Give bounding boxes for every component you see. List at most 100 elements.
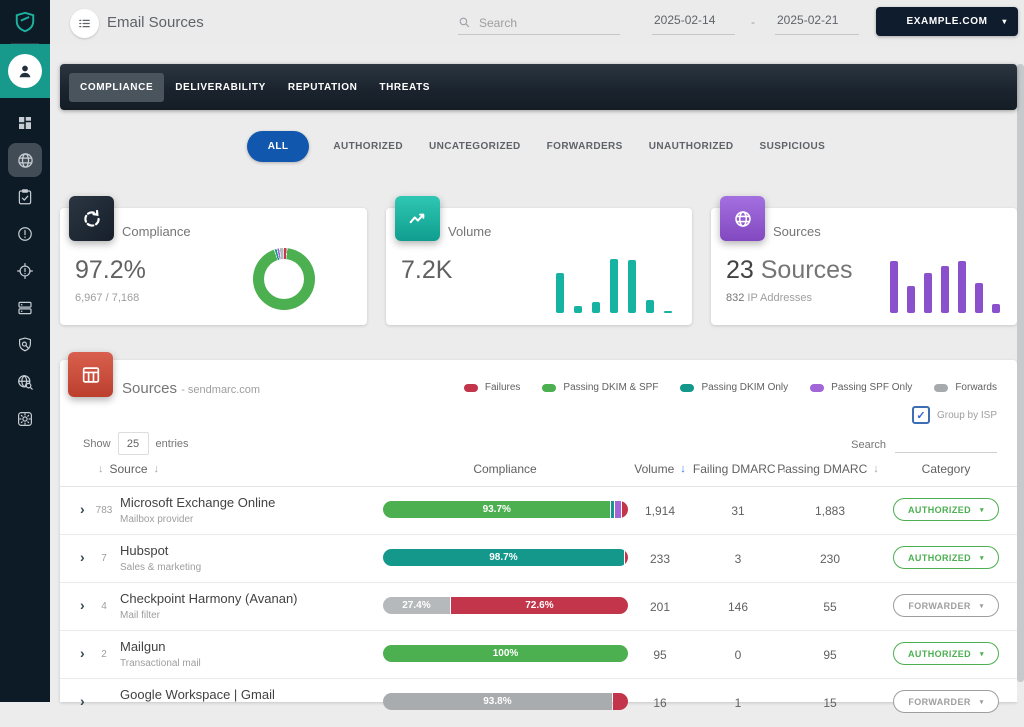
compliance-fraction: 6,967 / 7,168 — [75, 292, 139, 304]
search-input[interactable] — [477, 15, 611, 31]
category-dropdown[interactable]: AUTHORIZED▾ — [893, 498, 999, 521]
sendmarc-logo-icon — [14, 0, 36, 43]
filter-unauthorized[interactable]: UNAUTHORIZED — [647, 137, 736, 156]
mini-bar — [975, 283, 983, 313]
sidebar-item-dashboard[interactable] — [8, 106, 42, 140]
scrollbar-thumb[interactable] — [1017, 64, 1024, 682]
column-compliance[interactable]: Compliance — [473, 462, 536, 476]
entries-label: entries — [156, 438, 189, 450]
sidebar-item-alerts[interactable] — [8, 217, 42, 251]
page-menu-button[interactable] — [70, 9, 99, 38]
table-search-control: Search — [851, 434, 997, 453]
page-title: Email Sources — [107, 14, 204, 31]
sort-asc-icon[interactable]: ↓ — [98, 463, 104, 475]
category-dropdown[interactable]: AUTHORIZED▾ — [893, 642, 999, 665]
column-volume[interactable]: Volume ↓ — [634, 462, 686, 476]
failing-dmarc-value: 0 — [700, 648, 776, 662]
trend-line-icon — [395, 196, 440, 241]
list-icon — [77, 16, 92, 31]
sidebar-item-threat-detection[interactable] — [8, 254, 42, 288]
tab-compliance[interactable]: COMPLIANCE — [69, 73, 164, 102]
row-ip-count: 7 — [94, 553, 114, 564]
source-type: Sales & marketing — [120, 562, 201, 573]
category-filter-bar: ALL AUTHORIZED UNCATEGORIZED FORWARDERS … — [50, 129, 1024, 163]
table-search-label: Search — [851, 439, 886, 451]
show-label: Show — [83, 438, 111, 450]
mini-bar — [941, 266, 949, 313]
row-ip-count: 783 — [94, 505, 114, 516]
column-passing-dmarc[interactable]: Passing DMARC ↓ — [777, 462, 879, 476]
row-expand-chevron[interactable]: › — [80, 693, 85, 709]
sort-icon[interactable]: ↓ — [873, 463, 879, 475]
ip-count: 832 — [726, 292, 744, 304]
mini-bar — [992, 304, 1000, 313]
tab-threats[interactable]: THREATS — [368, 73, 441, 102]
chevron-icon: ▾ — [980, 554, 984, 562]
tab-reputation[interactable]: REPUTATION — [277, 73, 369, 102]
failing-dmarc-value: 146 — [700, 600, 776, 614]
sidebar-item-account[interactable] — [0, 44, 50, 98]
sidebar-item-email-sources[interactable] — [8, 143, 42, 177]
legend-passing-dkim-only: Passing DKIM Only — [680, 382, 788, 393]
table-header-row: ↓ Source ↓ Compliance Volume ↓ Failing D… — [60, 458, 1017, 487]
sidebar-item-settings[interactable] — [8, 402, 42, 436]
mini-bar — [556, 273, 564, 314]
domain-selector-button[interactable]: EXAMPLE.COM ▾ — [876, 7, 1018, 36]
section-tabbar: COMPLIANCE DELIVERABILITY REPUTATION THR… — [60, 64, 1017, 110]
globe-icon — [720, 196, 765, 241]
sidebar-item-dns-inspection[interactable] — [8, 365, 42, 399]
date-from-input[interactable] — [652, 12, 739, 28]
row-expand-chevron[interactable]: › — [80, 645, 85, 661]
passing-dmarc-value: 95 — [792, 648, 868, 662]
volume-value: 95 — [622, 648, 698, 662]
table-row: › 783 Microsoft Exchange OnlineMailbox p… — [60, 486, 1017, 535]
globe-icon — [16, 151, 35, 170]
filter-forwarders[interactable]: FORWARDERS — [545, 137, 625, 156]
source-name: Google Workspace | Gmail — [120, 687, 275, 702]
sources-count: 23 — [726, 256, 754, 284]
column-category[interactable]: Category — [922, 462, 971, 476]
mini-bar — [610, 259, 618, 313]
page-size-select[interactable]: 25 — [118, 432, 149, 455]
date-to-input[interactable] — [775, 12, 863, 28]
passing-dmarc-value: 1,883 — [792, 504, 868, 518]
mini-bar — [592, 302, 600, 313]
sort-active-icon[interactable]: ↓ — [680, 463, 686, 475]
volume-value: 16 — [622, 696, 698, 710]
volume-card: Volume 7.2K — [386, 208, 692, 325]
compliance-bar-segment — [611, 501, 614, 518]
group-by-isp-control: ✓ Group by ISP — [912, 406, 997, 424]
compliance-bar-segment: 72.6% — [451, 597, 628, 614]
filter-authorized[interactable]: AUTHORIZED — [331, 137, 405, 156]
row-expand-chevron[interactable]: › — [80, 549, 85, 565]
column-failing-dmarc[interactable]: Failing DMARC ↓ — [693, 462, 787, 476]
compliance-card-title: Compliance — [122, 224, 191, 239]
volume-bar-chart — [556, 259, 672, 313]
source-type: Mailbox provider — [120, 514, 275, 525]
filter-all[interactable]: ALL — [247, 131, 310, 162]
sources-card-title: Sources — [773, 224, 821, 239]
legend-swatch-forwards — [934, 384, 948, 392]
table-search-input[interactable] — [895, 434, 997, 453]
row-expand-chevron[interactable]: › — [80, 597, 85, 613]
filter-suspicious[interactable]: SUSPICIOUS — [758, 137, 828, 156]
group-by-isp-checkbox[interactable]: ✓ — [912, 406, 930, 424]
sidebar-item-domain-security[interactable] — [8, 328, 42, 362]
chevron-icon: ▾ — [980, 650, 984, 658]
tab-deliverability[interactable]: DELIVERABILITY — [164, 73, 277, 102]
sidebar-item-compliance-tasks[interactable] — [8, 180, 42, 214]
sidebar-item-servers[interactable] — [8, 291, 42, 325]
column-source[interactable]: ↓ Source ↓ — [98, 462, 159, 476]
volume-total: 7.2K — [401, 256, 452, 285]
panel-title: Sources - sendmarc.com — [122, 380, 260, 397]
date-range-separator: - — [751, 15, 755, 29]
sort-desc-icon[interactable]: ↓ — [154, 463, 160, 475]
panel-title-text: Sources — [122, 380, 177, 397]
row-expand-chevron[interactable]: › — [80, 501, 85, 517]
compliance-donut-chart — [253, 248, 315, 310]
category-dropdown[interactable]: FORWARDER▾ — [893, 594, 999, 617]
mini-bar — [924, 273, 932, 313]
category-dropdown[interactable]: AUTHORIZED▾ — [893, 546, 999, 569]
sources-bar-chart — [890, 261, 1000, 313]
filter-uncategorized[interactable]: UNCATEGORIZED — [427, 137, 523, 156]
